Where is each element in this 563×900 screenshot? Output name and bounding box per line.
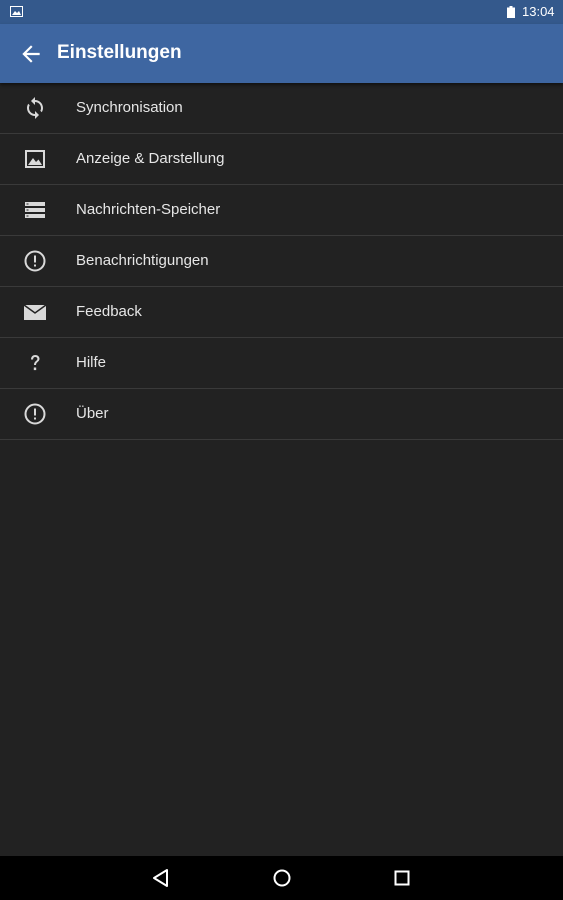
status-time: 13:04 bbox=[522, 4, 555, 19]
help-icon bbox=[31, 355, 40, 371]
home-circle-icon[interactable] bbox=[271, 868, 293, 888]
settings-item-label: Anzeige & Darstellung bbox=[76, 150, 225, 167]
info-icon bbox=[24, 403, 46, 425]
sync-icon bbox=[27, 97, 43, 119]
info-icon bbox=[24, 250, 46, 272]
settings-item-label: Feedback bbox=[76, 303, 142, 320]
settings-item-benachrichtigungen[interactable]: Benachrichtigungen bbox=[0, 236, 563, 287]
page-title: Einstellungen bbox=[57, 42, 182, 63]
recents-square-icon[interactable] bbox=[391, 868, 413, 888]
app-bar: Einstellungen bbox=[0, 24, 563, 83]
navigation-bar bbox=[0, 856, 563, 900]
settings-item-synchronisation[interactable]: Synchronisation bbox=[0, 83, 563, 134]
settings-item-label: Benachrichtigungen bbox=[76, 252, 209, 269]
battery-icon bbox=[507, 6, 515, 18]
settings-item-label: Nachrichten-Speicher bbox=[76, 201, 221, 218]
settings-item-label: Hilfe bbox=[76, 354, 107, 371]
status-bar: 13:04 bbox=[0, 0, 563, 24]
mail-icon bbox=[23, 304, 47, 320]
settings-list: Synchronisation Anzeige & Darstellung Na… bbox=[0, 83, 563, 440]
image-notification-icon bbox=[10, 6, 23, 17]
settings-item-anzeige[interactable]: Anzeige & Darstellung bbox=[0, 134, 563, 185]
arrow-back-icon[interactable] bbox=[18, 41, 44, 67]
settings-item-ueber[interactable]: Über bbox=[0, 389, 563, 440]
settings-item-feedback[interactable]: Feedback bbox=[0, 287, 563, 338]
settings-item-label: Synchronisation bbox=[76, 99, 183, 116]
storage-icon bbox=[25, 202, 45, 218]
settings-item-nachrichten-speicher[interactable]: Nachrichten-Speicher bbox=[0, 185, 563, 236]
image-icon bbox=[25, 150, 45, 168]
settings-item-label: Über bbox=[76, 405, 109, 422]
back-triangle-icon[interactable] bbox=[150, 868, 172, 888]
settings-item-hilfe[interactable]: Hilfe bbox=[0, 338, 563, 389]
